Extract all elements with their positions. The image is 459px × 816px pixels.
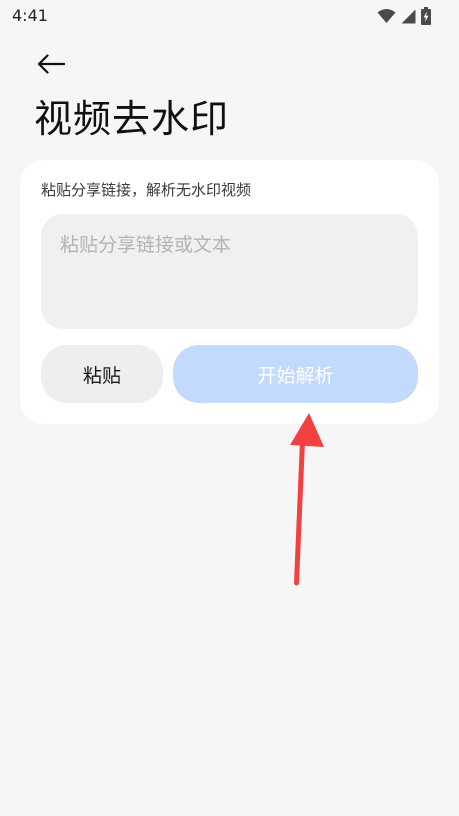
status-time: 4:41 xyxy=(12,6,48,25)
paste-button[interactable]: 粘贴 xyxy=(41,345,163,403)
card-hint: 粘贴分享链接，解析无水印视频 xyxy=(41,181,252,199)
arrow-left-icon xyxy=(37,54,65,74)
parse-card: 粘贴分享链接，解析无水印视频 粘贴 开始解析 xyxy=(20,160,439,424)
page-title: 视频去水印 xyxy=(34,97,230,141)
cellular-signal-icon xyxy=(401,9,416,23)
wifi-icon xyxy=(377,9,396,23)
annotation-arrow-icon xyxy=(290,413,324,586)
status-icons xyxy=(377,7,431,25)
start-parse-button[interactable]: 开始解析 xyxy=(173,345,418,403)
share-link-input[interactable] xyxy=(41,214,418,329)
back-button[interactable] xyxy=(34,50,68,78)
screen: 4:41 视频去水印 粘贴分享链接，解析无水印视频 粘贴 开始解析 xyxy=(0,0,459,816)
battery-charging-icon xyxy=(421,7,431,25)
status-bar: 4:41 xyxy=(0,0,459,32)
